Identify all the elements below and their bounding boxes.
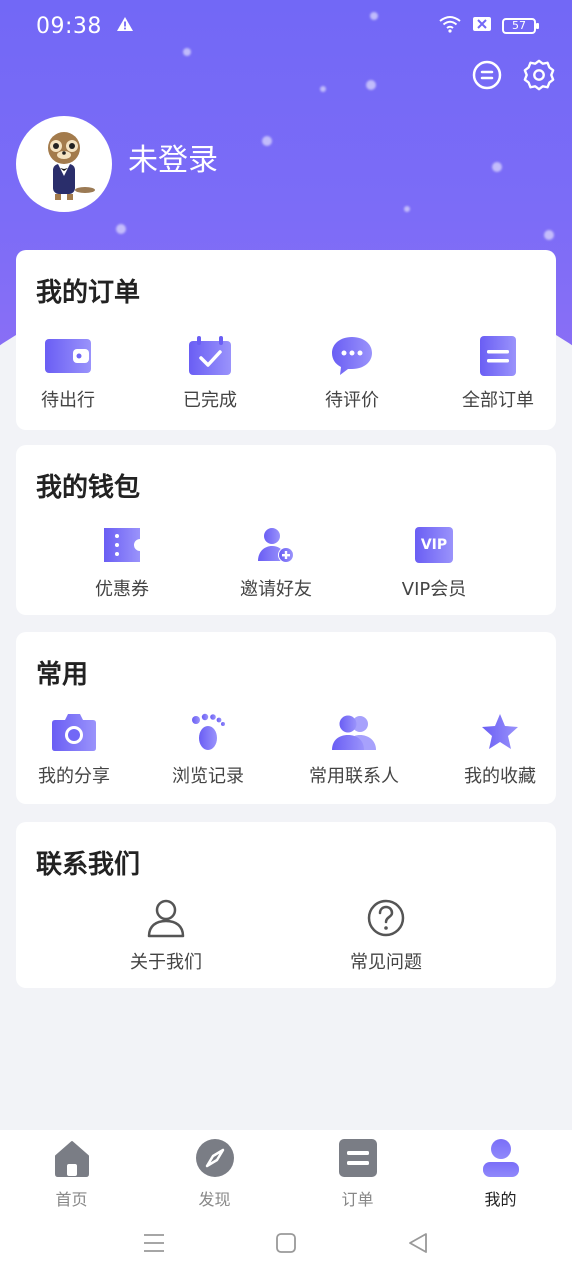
- contacts-icon: [330, 710, 378, 754]
- tab-discover[interactable]: 发现: [143, 1130, 286, 1210]
- wallet-coupons[interactable]: 优惠券: [90, 523, 154, 601]
- home-icon: [52, 1138, 92, 1182]
- back-triangle-icon[interactable]: [407, 1232, 429, 1258]
- menu-lines-icon[interactable]: [143, 1233, 165, 1257]
- tab-orders[interactable]: 订单: [286, 1130, 429, 1210]
- battery-icon: 57: [502, 18, 539, 34]
- profile-header[interactable]: 未登录: [16, 116, 218, 212]
- contact-us-card: 联系我们 关于我们 常见问题: [16, 822, 556, 988]
- order-doc-icon: [338, 1138, 378, 1182]
- card-title: 联系我们: [36, 850, 141, 880]
- common-my-share[interactable]: 我的分享: [34, 710, 114, 788]
- tab-home[interactable]: 首页: [0, 1130, 143, 1210]
- profile-icon: [481, 1138, 521, 1182]
- wallet-icon: [44, 334, 92, 378]
- question-circle-icon: [362, 896, 410, 940]
- add-user-icon: [252, 523, 300, 567]
- common-frequent-contacts[interactable]: 常用联系人: [304, 710, 404, 788]
- common-browse-history[interactable]: 浏览记录: [168, 710, 248, 788]
- chat-bubble-icon: [328, 334, 376, 378]
- card-title: 常用: [36, 660, 89, 690]
- vip-icon: VIP: [410, 523, 458, 567]
- camera-icon: [50, 710, 98, 754]
- common-card: 常用 我的分享 浏览记录 常用联系人 我的收藏: [16, 632, 556, 804]
- no-sim-icon: [472, 16, 492, 36]
- my-orders-card: 我的订单 待出行 已完成 待评价 全部订单: [16, 250, 556, 430]
- system-nav-bar: [0, 1210, 572, 1280]
- common-my-favorites[interactable]: 我的收藏: [458, 710, 542, 788]
- person-outline-icon: [142, 896, 190, 940]
- settings-gear-icon[interactable]: [522, 58, 556, 92]
- warning-icon: [116, 16, 134, 37]
- card-title: 我的钱包: [36, 473, 141, 503]
- compass-icon: [195, 1138, 235, 1182]
- status-bar: 09:38 57: [0, 0, 572, 52]
- message-icon[interactable]: [470, 58, 504, 92]
- wifi-icon: [438, 15, 462, 37]
- home-square-icon[interactable]: [275, 1232, 297, 1258]
- bottom-tab-bar: 首页 发现 订单 我的: [0, 1130, 572, 1210]
- footprint-icon: [184, 710, 232, 754]
- avatar[interactable]: [16, 116, 112, 212]
- status-time: 09:38: [36, 13, 102, 39]
- tab-me[interactable]: 我的: [429, 1130, 572, 1210]
- card-title: 我的订单: [36, 278, 141, 308]
- order-pending-trip[interactable]: 待出行: [32, 334, 104, 412]
- ticket-icon: [98, 523, 146, 567]
- star-icon: [476, 710, 524, 754]
- order-all[interactable]: 全部订单: [456, 334, 540, 412]
- order-to-review[interactable]: 待评价: [320, 334, 384, 412]
- order-completed[interactable]: 已完成: [178, 334, 242, 412]
- list-doc-icon: [474, 334, 522, 378]
- my-wallet-card: 我的钱包 优惠券 邀请好友 VIP VIP会员: [16, 445, 556, 615]
- wallet-vip[interactable]: VIP VIP会员: [394, 523, 474, 601]
- username-login-prompt[interactable]: 未登录: [128, 135, 218, 179]
- wallet-invite-friends[interactable]: 邀请好友: [234, 523, 318, 601]
- contact-about-us[interactable]: 关于我们: [126, 896, 206, 974]
- calendar-check-icon: [186, 334, 234, 378]
- contact-faq[interactable]: 常见问题: [346, 896, 426, 974]
